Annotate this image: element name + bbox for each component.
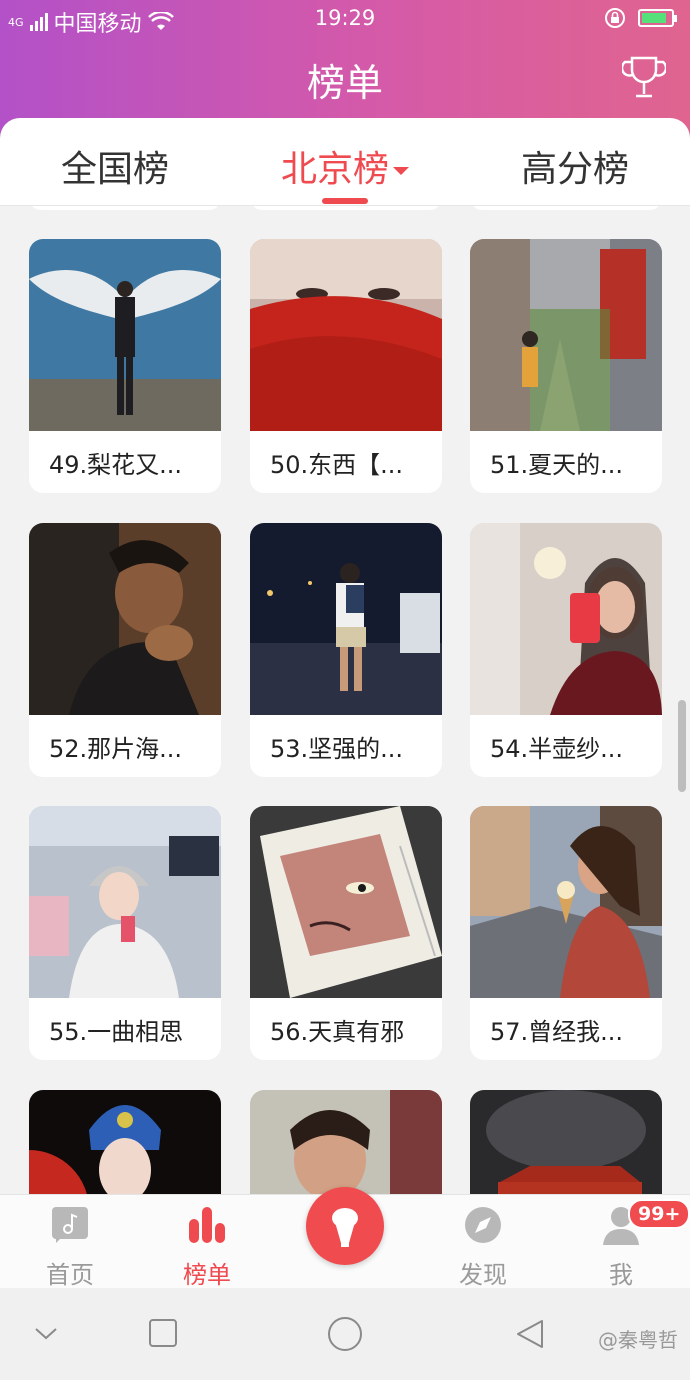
tab-label: 全国榜 bbox=[60, 149, 169, 190]
tab-label: 北京榜 bbox=[280, 149, 389, 190]
compass-icon bbox=[465, 1207, 501, 1243]
clock: 19:29 bbox=[314, 6, 376, 30]
song-title: 51.夏天的... bbox=[490, 451, 624, 479]
song-card[interactable]: 51.夏天的... bbox=[470, 239, 662, 493]
photo-man-angel-wings bbox=[29, 239, 221, 431]
song-title: 50.东西【... bbox=[270, 451, 404, 479]
song-card[interactable]: 57.曾经我... bbox=[470, 806, 662, 1060]
nav-discover[interactable]: 发现 bbox=[423, 1205, 543, 1290]
card-peek bbox=[470, 206, 662, 210]
scrollbar[interactable] bbox=[678, 700, 686, 792]
nav-label: 榜单 bbox=[183, 1261, 231, 1289]
song-card[interactable]: 53.坚强的... bbox=[250, 523, 442, 777]
song-card[interactable]: 55.一曲相思 bbox=[29, 806, 221, 1060]
song-card[interactable]: 56.天真有邪 bbox=[250, 806, 442, 1060]
song-card[interactable]: 50.东西【... bbox=[250, 239, 442, 493]
back-triangle-icon[interactable] bbox=[514, 1318, 546, 1350]
status-bar: 4G 中国移动 19:29 bbox=[0, 0, 690, 38]
page-title: 榜单 bbox=[306, 61, 383, 105]
music-note-icon bbox=[52, 1207, 88, 1243]
song-title: 53.坚强的... bbox=[270, 735, 404, 763]
tab-indicator bbox=[322, 198, 368, 204]
photo-night-street bbox=[250, 523, 442, 715]
photo-hutong-street bbox=[470, 239, 662, 431]
sing-button[interactable] bbox=[306, 1187, 384, 1265]
photo-anime-book bbox=[250, 806, 442, 998]
song-title: 49.梨花又... bbox=[49, 451, 183, 479]
rotation-lock-icon bbox=[605, 8, 625, 28]
ranking-tabs: 全国榜 北京榜 高分榜 bbox=[0, 118, 690, 206]
chevron-down-icon[interactable] bbox=[34, 1326, 58, 1342]
bar-chart-icon bbox=[189, 1207, 225, 1243]
nav-label: 发现 bbox=[459, 1261, 507, 1289]
song-title: 57.曾经我... bbox=[490, 1018, 624, 1046]
home-circle-icon[interactable] bbox=[327, 1316, 363, 1352]
nav-label: 首页 bbox=[46, 1261, 94, 1289]
tab-label: 高分榜 bbox=[520, 149, 629, 190]
photo-opera-costume bbox=[29, 1090, 221, 1194]
photo-woman-selfie bbox=[250, 1090, 442, 1194]
tab-national[interactable]: 全国榜 bbox=[0, 140, 230, 192]
photo-woman-mirror-selfie bbox=[470, 523, 662, 715]
nav-label: 我 bbox=[609, 1261, 633, 1289]
bottom-nav: 首页 榜单 发现 我 99+ bbox=[0, 1187, 690, 1290]
song-card[interactable] bbox=[250, 1090, 442, 1194]
song-card[interactable]: 49.梨花又... bbox=[29, 239, 221, 493]
photo-woman-red-petals bbox=[250, 239, 442, 431]
trophy-icon[interactable] bbox=[622, 54, 666, 100]
recent-apps-icon[interactable] bbox=[148, 1318, 178, 1348]
notification-badge: 99+ bbox=[628, 1199, 690, 1229]
nav-home[interactable]: 首页 bbox=[10, 1205, 130, 1290]
song-title: 56.天真有邪 bbox=[270, 1018, 405, 1046]
system-nav-bar: @秦粤哲 bbox=[0, 1288, 690, 1380]
microphone-icon bbox=[332, 1208, 358, 1247]
battery-icon bbox=[638, 9, 677, 27]
song-card[interactable]: 54.半壶纱... bbox=[470, 523, 662, 777]
song-card[interactable]: 52.那片海... bbox=[29, 523, 221, 777]
tab-beijing[interactable]: 北京榜 bbox=[230, 140, 460, 192]
song-title: 54.半壶纱... bbox=[490, 735, 624, 763]
song-title: 52.那片海... bbox=[49, 735, 183, 763]
watermark: @秦粤哲 bbox=[598, 1328, 678, 1352]
song-title: 55.一曲相思 bbox=[49, 1018, 184, 1046]
card-peek bbox=[250, 206, 442, 210]
card-peek bbox=[29, 206, 221, 210]
photo-young-man-dark bbox=[29, 523, 221, 715]
song-card[interactable] bbox=[470, 1090, 662, 1194]
photo-girl-restaurant bbox=[29, 806, 221, 998]
caret-down-icon bbox=[393, 167, 409, 175]
nav-charts[interactable]: 榜单 bbox=[147, 1205, 267, 1290]
song-card[interactable] bbox=[29, 1090, 221, 1194]
photo-woman-ice-cream bbox=[470, 806, 662, 998]
song-grid: 49.梨花又... 50.东西【... 51.夏天的... 52.那片海... … bbox=[0, 206, 690, 1194]
tab-high-score[interactable]: 高分榜 bbox=[460, 140, 690, 192]
photo-red-car bbox=[470, 1090, 662, 1194]
